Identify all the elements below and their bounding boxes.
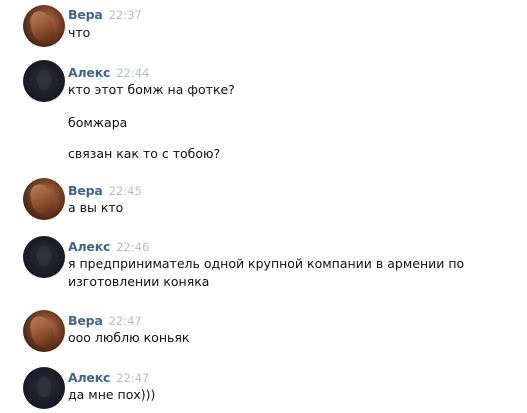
message-text: кто этот бомж на фотке? xyxy=(68,82,235,97)
message-text: бомжара xyxy=(68,115,128,130)
message-text: связан как то с тобою? xyxy=(68,146,221,161)
message-timestamp[interactable]: 22:44 xyxy=(116,66,149,80)
author-name[interactable]: Вера xyxy=(68,7,103,22)
author-name[interactable]: Алекс xyxy=(68,65,110,80)
message-timestamp[interactable]: 22:45 xyxy=(109,184,142,198)
author-name[interactable]: Алекс xyxy=(68,239,110,254)
message-timestamp[interactable]: 22:46 xyxy=(116,240,149,254)
message-text: я предприниматель одной крупной компании… xyxy=(68,256,465,271)
avatar[interactable] xyxy=(23,367,65,409)
avatar[interactable] xyxy=(23,310,65,352)
avatar[interactable] xyxy=(23,236,65,278)
message-timestamp[interactable]: 22:47 xyxy=(116,371,149,385)
message-timestamp[interactable]: 22:37 xyxy=(109,8,142,22)
author-name[interactable]: Вера xyxy=(68,183,103,198)
author-name[interactable]: Алекс xyxy=(68,370,110,385)
avatar[interactable] xyxy=(23,60,65,102)
avatar[interactable] xyxy=(23,178,65,220)
message-text: что xyxy=(68,25,91,40)
message-text: а вы кто xyxy=(68,200,124,215)
message-timestamp[interactable]: 22:47 xyxy=(109,314,142,328)
message-text: ооо люблю коньяк xyxy=(68,330,190,345)
message-text: изготовлении коняка xyxy=(68,274,210,289)
author-name[interactable]: Вера xyxy=(68,313,103,328)
chat-history: Вера 22:37 что Алекс 22:44 кто этот бомж н… xyxy=(0,0,527,413)
message-text: да мне пох))) xyxy=(68,387,156,402)
avatar[interactable] xyxy=(23,5,65,47)
